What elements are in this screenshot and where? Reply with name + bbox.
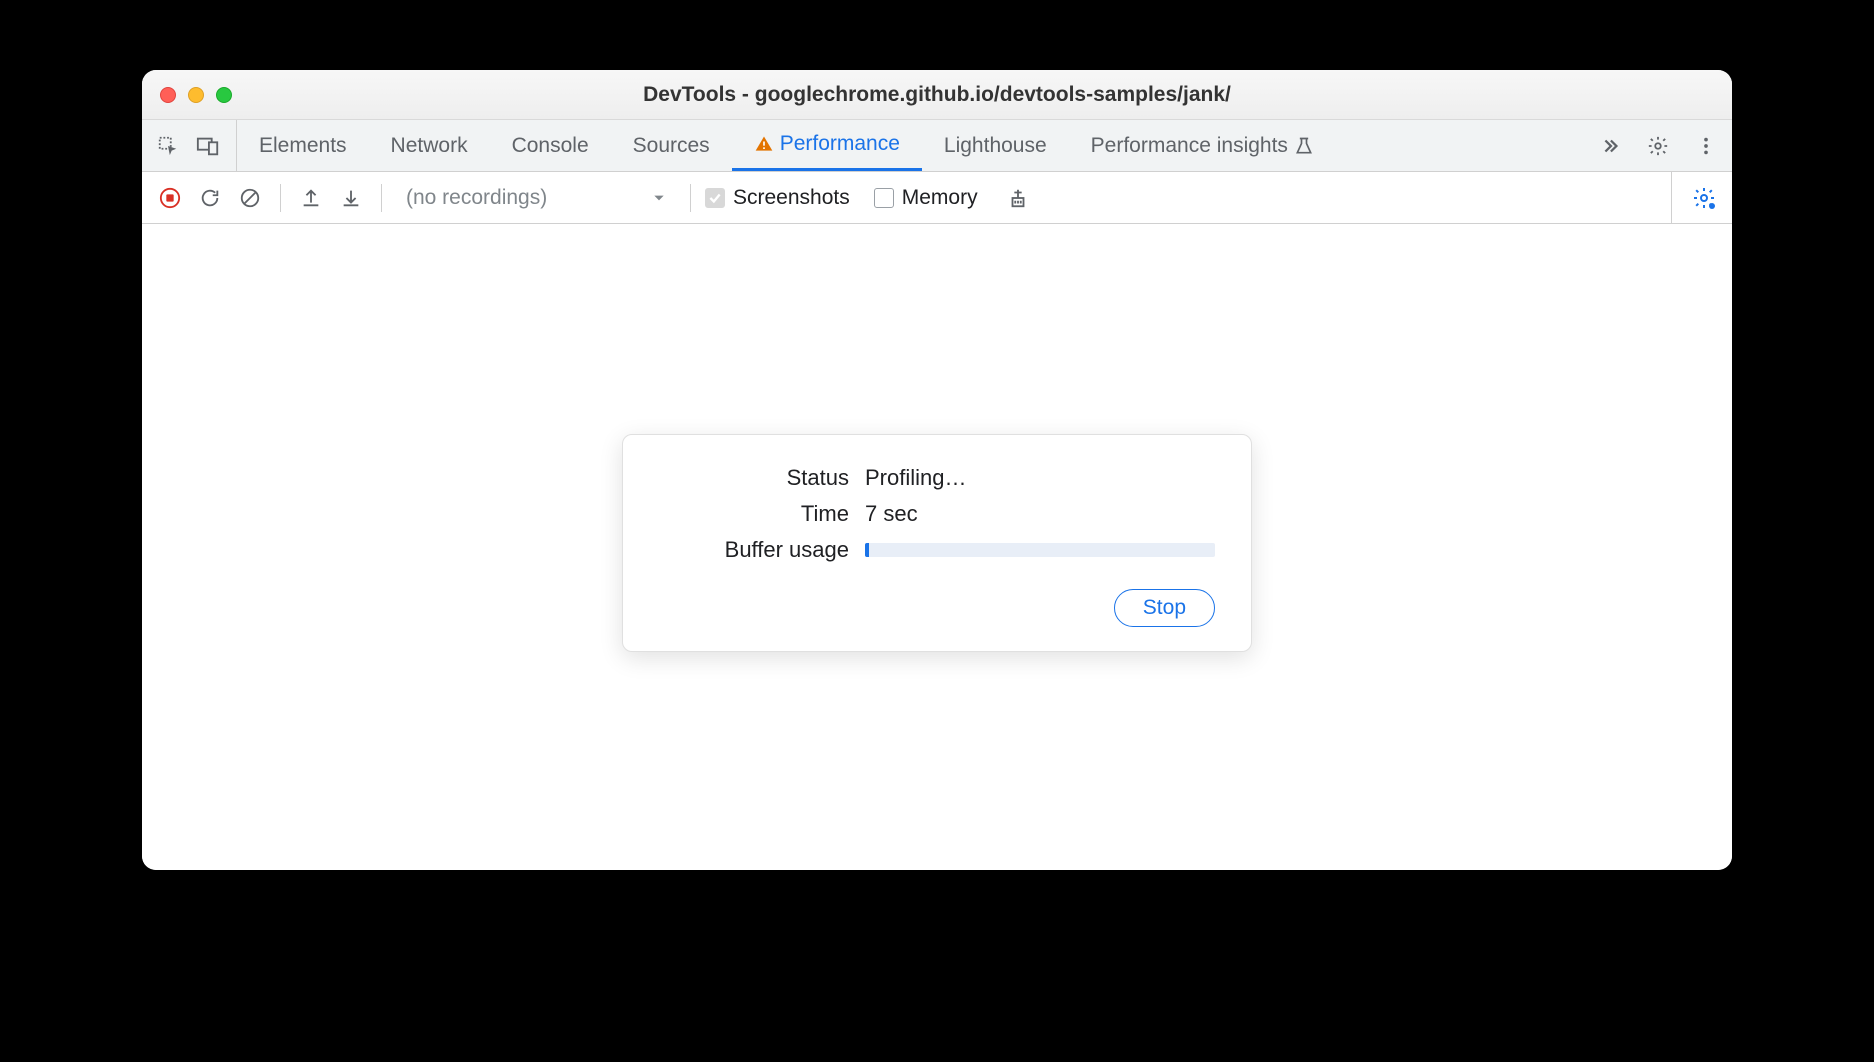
window-title: DevTools - googlechrome.github.io/devtoo…: [142, 83, 1732, 107]
toolbar-divider: [690, 184, 691, 212]
record-stop-icon[interactable]: [154, 182, 186, 214]
settings-icon[interactable]: [1642, 130, 1674, 162]
device-toggle-icon[interactable]: [192, 130, 224, 162]
warning-icon: [754, 134, 774, 154]
tab-performance[interactable]: Performance: [732, 120, 922, 171]
clear-icon[interactable]: [234, 182, 266, 214]
buffer-progress-fill: [865, 543, 869, 557]
status-value: Profiling…: [865, 465, 1215, 491]
performance-toolbar: (no recordings) Screenshots Memory: [142, 172, 1732, 224]
status-label: Status: [659, 465, 849, 491]
inspect-element-icon[interactable]: [152, 130, 184, 162]
minimize-window-button[interactable]: [188, 87, 204, 103]
tabbar-left-tools: [152, 120, 237, 171]
capture-settings-icon[interactable]: [1688, 182, 1720, 214]
window-titlebar: DevTools - googlechrome.github.io/devtoo…: [142, 70, 1732, 120]
tab-sources[interactable]: Sources: [611, 120, 732, 171]
window-controls: [160, 87, 232, 103]
flask-icon: [1294, 136, 1314, 156]
recordings-select[interactable]: (no recordings): [396, 186, 676, 210]
tabbar-right-tools: [1594, 130, 1722, 162]
tab-elements[interactable]: Elements: [237, 120, 369, 171]
buffer-label: Buffer usage: [659, 537, 849, 563]
upload-icon[interactable]: [295, 182, 327, 214]
recordings-placeholder: (no recordings): [406, 186, 547, 210]
capture-settings-wrapper: [1671, 172, 1720, 223]
devtools-tabbar: Elements Network Console Sources Perform…: [142, 120, 1732, 172]
buffer-progress: [865, 543, 1215, 557]
tab-network[interactable]: Network: [369, 120, 490, 171]
checkbox-unchecked-icon: [874, 188, 894, 208]
maximize-window-button[interactable]: [216, 87, 232, 103]
toolbar-divider: [280, 184, 281, 212]
toolbar-divider: [381, 184, 382, 212]
buffer-progress-wrapper: [865, 543, 1215, 557]
screenshots-checkbox[interactable]: Screenshots: [705, 186, 850, 210]
devtools-window: DevTools - googlechrome.github.io/devtoo…: [142, 70, 1732, 870]
performance-content: Status Profiling… Time 7 sec Buffer usag…: [142, 224, 1732, 870]
panel-tabs: Elements Network Console Sources Perform…: [237, 120, 1594, 171]
checkbox-checked-icon: [705, 188, 725, 208]
download-icon[interactable]: [335, 182, 367, 214]
screenshots-label: Screenshots: [733, 186, 850, 210]
kebab-menu-icon[interactable]: [1690, 130, 1722, 162]
stop-button[interactable]: Stop: [1114, 589, 1215, 627]
memory-checkbox[interactable]: Memory: [874, 186, 978, 210]
garbage-collect-icon[interactable]: [1002, 182, 1034, 214]
tab-performance-insights[interactable]: Performance insights: [1069, 120, 1336, 171]
close-window-button[interactable]: [160, 87, 176, 103]
tab-lighthouse[interactable]: Lighthouse: [922, 120, 1069, 171]
reload-icon[interactable]: [194, 182, 226, 214]
more-tabs-icon[interactable]: [1594, 130, 1626, 162]
time-value: 7 sec: [865, 501, 1215, 527]
chevron-down-icon: [652, 191, 666, 205]
memory-label: Memory: [902, 186, 978, 210]
time-label: Time: [659, 501, 849, 527]
tab-console[interactable]: Console: [490, 120, 611, 171]
profiling-dialog: Status Profiling… Time 7 sec Buffer usag…: [622, 434, 1252, 652]
